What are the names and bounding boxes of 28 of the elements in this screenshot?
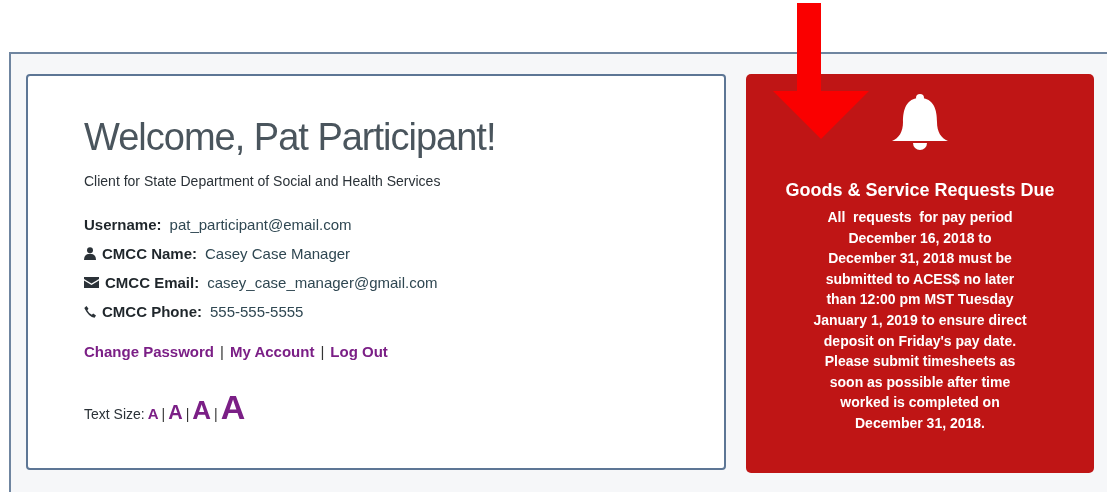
client-description: Client for State Department of Social and Health Services: [84, 173, 442, 189]
person-icon: [84, 247, 96, 260]
notice-title: Goods & Service Requests Due: [785, 180, 1055, 201]
detail-value: Casey Case Manager: [205, 245, 351, 262]
detail-label: CMCC Phone:: [102, 303, 202, 320]
text-size-label: Text Size:: [84, 406, 145, 422]
account-link[interactable]: Change Password: [84, 343, 215, 360]
phone-icon: [84, 305, 96, 318]
detail-label: CMCC Name:: [102, 245, 197, 262]
detail-label: Username:: [84, 216, 162, 233]
text-size-option[interactable]: A: [220, 390, 246, 424]
separator: |: [320, 343, 325, 360]
separator: |: [214, 406, 218, 422]
account-link[interactable]: My Account: [229, 343, 315, 360]
envelope-icon: [84, 277, 99, 288]
welcome-title: Welcome, Pat Participant!: [84, 116, 497, 159]
separator: |: [185, 406, 190, 422]
detail-value: casey_case_manager@gmail.com: [207, 274, 438, 291]
detail-value: pat_participant@email.com: [169, 216, 352, 233]
separator: |: [161, 406, 166, 422]
account-link[interactable]: Log Out: [330, 343, 388, 360]
detail-label: CMCC Email:: [105, 274, 200, 291]
text-size-option[interactable]: A: [168, 402, 183, 422]
detail-value: 555-555-5555: [210, 303, 304, 320]
notice-message: All requests for pay period December 16, 2018 to December 31, 2018 must be submitted to ACES$ no later than 12:00 pm MST Tuesday January 1, 2019 to ensure direct deposit on Friday's pay date. Please submit timesheets as soon as possible after time worked is completed on December 31, 2018.: [813, 208, 1027, 433]
separator: |: [220, 343, 224, 360]
text-size-option[interactable]: A: [147, 406, 159, 421]
text-size-option[interactable]: A: [192, 397, 212, 423]
